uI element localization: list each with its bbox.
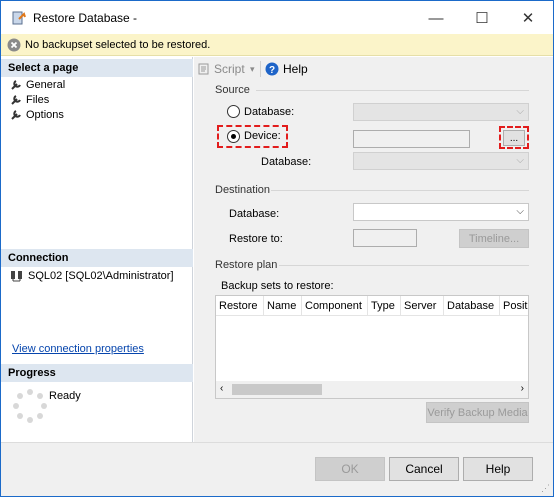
backup-sets-label: Backup sets to restore: (221, 280, 334, 292)
page-general[interactable]: General (10, 79, 65, 91)
column-server[interactable]: Server (401, 296, 444, 315)
svg-text:?: ? (269, 65, 275, 76)
progress-status: Ready (49, 390, 81, 402)
column-position[interactable]: Posit (500, 296, 528, 315)
cancel-button[interactable]: Cancel (389, 457, 459, 481)
progress-header: Progress (1, 364, 193, 382)
page-options-label: Options (26, 109, 64, 121)
device-database-select[interactable]: ⌵ (353, 152, 529, 170)
scroll-left-icon[interactable]: ‹ (220, 383, 223, 394)
scroll-right-icon[interactable]: › (521, 383, 524, 394)
wrench-icon (11, 110, 21, 120)
warning-banner: No backupset selected to be restored. (1, 34, 553, 56)
chevron-down-icon: ⌵ (516, 106, 524, 117)
device-path-field[interactable] (353, 130, 470, 148)
minimize-button[interactable]: — (413, 6, 459, 30)
connection-text: SQL02 [SQL02\Administrator] (28, 270, 174, 282)
script-dropdown-icon[interactable]: ▾ (250, 64, 255, 75)
restore-plan-separator (279, 265, 529, 266)
toolbar-separator (260, 61, 261, 77)
title-bar: Restore Database - — ☐ ✕ (1, 1, 553, 34)
source-group-label: Source (215, 84, 250, 96)
scrollbar-thumb[interactable] (232, 384, 322, 395)
column-database[interactable]: Database (444, 296, 500, 315)
destination-database-select[interactable]: ⌵ (353, 203, 529, 221)
close-button[interactable]: ✕ (505, 6, 551, 30)
destination-group-label: Destination (215, 184, 271, 196)
restore-database-icon (12, 11, 26, 25)
column-name[interactable]: Name (264, 296, 302, 315)
source-database-label: Database: (261, 156, 312, 168)
database-radio[interactable] (227, 105, 240, 118)
left-pane: Select a page General Files Options Conn… (1, 57, 193, 442)
backup-sets-grid-header: Restore Name Component Type Server Datab… (216, 296, 528, 316)
server-connection-icon (11, 271, 22, 282)
minimize-icon: — (428, 9, 444, 27)
chevron-down-icon: ⌵ (516, 155, 524, 166)
page-files[interactable]: Files (10, 94, 49, 106)
page-options[interactable]: Options (10, 109, 64, 121)
destination-database-label: Database: (229, 208, 280, 220)
script-button[interactable]: Script (198, 62, 245, 76)
wrench-icon (11, 80, 21, 90)
script-label: Script (214, 62, 245, 76)
grid-horizontal-scrollbar[interactable]: ‹ › (216, 381, 528, 398)
backup-sets-grid[interactable]: Restore Name Component Type Server Datab… (215, 295, 529, 399)
device-radio-label: Device: (244, 130, 281, 142)
database-radio-label: Database: (244, 106, 295, 118)
device-radio[interactable] (227, 130, 240, 143)
destination-separator (271, 190, 529, 191)
restore-to-field[interactable] (353, 229, 417, 247)
page-files-label: Files (26, 94, 50, 106)
column-type[interactable]: Type (368, 296, 401, 315)
banner-message: No backupset selected to be restored. (25, 39, 211, 51)
browse-device-button[interactable]: ... (503, 130, 525, 146)
column-restore[interactable]: Restore (216, 296, 264, 315)
select-page-header: Select a page (1, 59, 193, 77)
ok-button[interactable]: OK (315, 457, 385, 481)
restore-plan-group-label: Restore plan (215, 259, 278, 271)
maximize-button[interactable]: ☐ (459, 6, 505, 30)
window-title: Restore Database - (33, 11, 138, 25)
restore-database-window: Restore Database - — ☐ ✕ No backupset se… (0, 0, 554, 497)
chevron-down-icon: ⌵ (516, 206, 524, 217)
column-component[interactable]: Component (302, 296, 368, 315)
view-connection-properties-link[interactable]: View connection properties (12, 343, 144, 355)
script-icon (198, 63, 209, 75)
wrench-icon (11, 95, 21, 105)
help-button[interactable]: Help (463, 457, 533, 481)
maximize-icon: ☐ (475, 10, 489, 27)
error-icon (7, 38, 21, 52)
timeline-button[interactable]: Timeline... (459, 229, 529, 248)
help-icon: ? (265, 62, 279, 76)
close-icon: ✕ (521, 10, 535, 27)
source-database-select[interactable]: ⌵ (353, 103, 529, 121)
restore-to-label: Restore to: (229, 233, 283, 245)
resize-grip-icon[interactable]: ⋰ (541, 483, 550, 494)
verify-backup-media-button[interactable]: Verify Backup Media (426, 402, 529, 423)
connection-header: Connection (1, 249, 193, 267)
help-toolbar-label: Help (283, 62, 308, 76)
progress-spinner-icon (13, 389, 47, 423)
help-toolbar-button[interactable]: ? Help (265, 62, 308, 76)
connection-info: SQL02 [SQL02\Administrator] (10, 270, 174, 282)
page-general-label: General (26, 79, 66, 91)
source-separator (256, 90, 529, 91)
dialog-footer: OK Cancel Help ⋰ (1, 442, 553, 496)
